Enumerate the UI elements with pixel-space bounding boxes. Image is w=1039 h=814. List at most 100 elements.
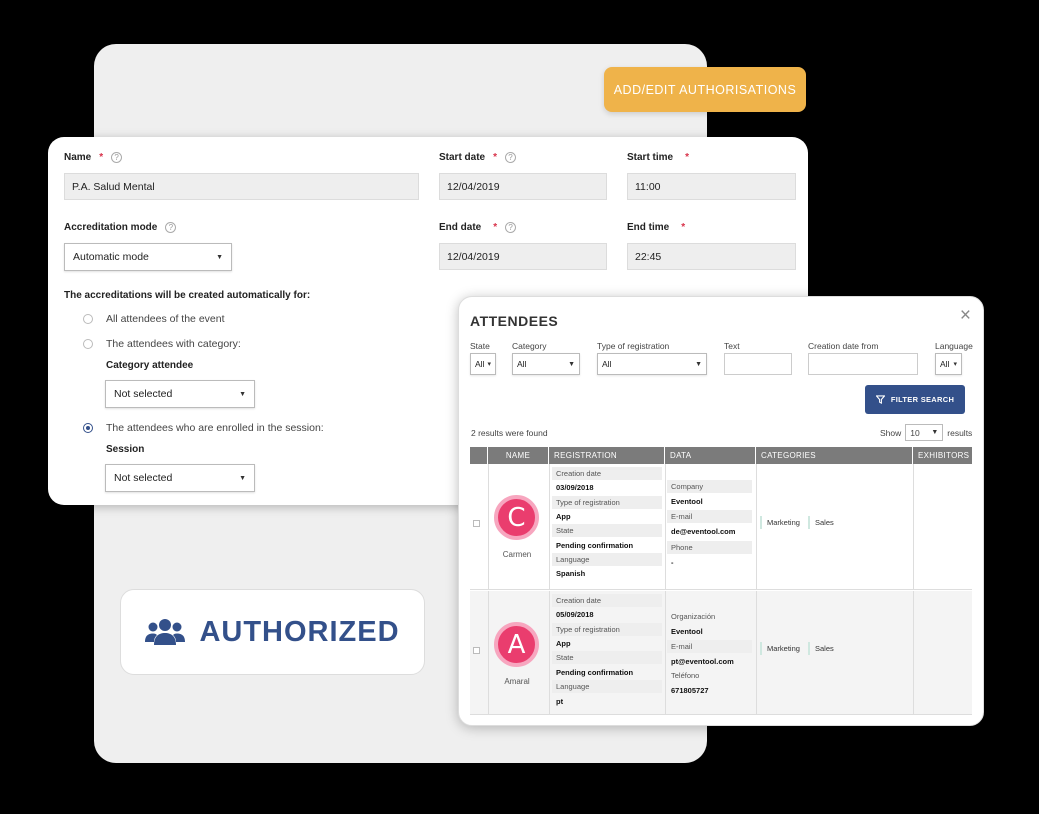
filter-category-select[interactable]: All ▼: [512, 353, 580, 375]
end-time-input[interactable]: 22:45: [627, 243, 796, 270]
language-label: Language: [552, 553, 662, 566]
category-tag: Sales: [808, 642, 834, 655]
filter-language-select[interactable]: All ▾: [935, 353, 962, 375]
users-icon: [145, 619, 186, 645]
filter-creation-date-label: Creation date from: [808, 341, 879, 351]
start-time-label: Start time *: [627, 152, 690, 163]
table-row[interactable]: A Amaral Creation date 05/09/2018 Type o…: [470, 591, 972, 715]
session-select[interactable]: Not selected ▼: [105, 464, 255, 492]
table-row[interactable]: C Carmen Creation date 03/09/2018 Type o…: [470, 464, 972, 590]
caret-down-icon: ▼: [695, 360, 702, 368]
attendees-title: ATTENDEES: [470, 313, 559, 329]
column-registration[interactable]: REGISTRATION: [549, 447, 665, 464]
start-date-input[interactable]: 12/04/2019: [439, 173, 607, 200]
session-label: Session: [106, 444, 145, 455]
page-size-control: Show 10 ▼ results: [880, 424, 972, 441]
filter-state-label: State: [470, 341, 490, 351]
radio-session-attendees[interactable]: [83, 423, 93, 433]
creation-date-value: 05/09/2018: [556, 610, 594, 619]
phone-value: -: [671, 558, 674, 567]
authorized-label: AUTHORIZED: [199, 615, 400, 648]
accreditation-mode-select[interactable]: Automatic mode ▼: [64, 243, 232, 271]
start-time-input[interactable]: 11:00: [627, 173, 796, 200]
creation-date-label: Creation date: [552, 594, 662, 607]
category-tag: Marketing: [760, 642, 800, 655]
registration-type-value: App: [556, 512, 571, 521]
category-tag: Sales: [808, 516, 834, 529]
help-icon[interactable]: ?: [165, 222, 177, 233]
filter-category-label: Category: [512, 341, 547, 351]
filter-search-button[interactable]: FILTER SEARCH: [865, 385, 965, 414]
caret-down-icon: ▼: [931, 429, 939, 436]
required-mark: *: [685, 152, 690, 163]
email-value: pt@eventool.com: [671, 657, 734, 666]
filter-text-input[interactable]: [724, 353, 792, 375]
filter-type-label: Type of registration: [597, 341, 670, 351]
caret-down-icon: ▼: [239, 390, 246, 398]
filter-language-label: Language: [935, 341, 973, 351]
add-edit-authorisations-button[interactable]: ADD/EDIT AUTHORISATIONS: [604, 67, 806, 112]
attendees-panel: ATTENDEES × State All ▾ Category All ▼ Typ…: [458, 296, 984, 726]
attendee-name[interactable]: Carmen: [486, 550, 548, 559]
attendee-name[interactable]: Amaral: [486, 677, 548, 686]
column-exhibitors[interactable]: EXHIBITORS: [913, 447, 972, 464]
email-value: de@eventool.com: [671, 527, 736, 536]
end-date-label: End date * ?: [439, 222, 517, 233]
radio-category-attendees[interactable]: [83, 339, 93, 349]
filter-state-select[interactable]: All ▾: [470, 353, 496, 375]
filter-creation-date-input[interactable]: [808, 353, 918, 375]
required-mark: *: [99, 152, 104, 163]
caret-down-icon: ▼: [239, 474, 246, 482]
authorized-badge: AUTHORIZED: [120, 589, 425, 675]
end-time-label: End time *: [627, 222, 686, 233]
phone-label: Teléfono: [671, 671, 700, 680]
auto-accreditation-heading: The accreditations will be created autom…: [64, 290, 311, 301]
phone-value: 671805727: [671, 686, 709, 695]
language-value: pt: [556, 697, 564, 706]
phone-label: Phone: [667, 541, 752, 554]
results-count: 2 results were found: [471, 428, 548, 438]
page-size-select[interactable]: 10 ▼: [905, 424, 944, 441]
company-label: Organización: [671, 612, 716, 621]
help-icon[interactable]: ?: [505, 222, 517, 233]
caret-down-icon: ▾: [953, 361, 957, 368]
option-all-attendees-label: All attendees of the event: [106, 313, 225, 325]
category-attendee-select[interactable]: Not selected ▼: [105, 380, 255, 408]
required-mark: *: [681, 222, 686, 233]
close-icon[interactable]: ×: [960, 305, 971, 327]
category-attendee-label: Category attendee: [106, 360, 194, 371]
caret-down-icon: ▼: [568, 360, 575, 368]
end-date-input[interactable]: 12/04/2019: [439, 243, 607, 270]
email-label: E-mail: [667, 510, 752, 523]
row-checkbox[interactable]: [473, 647, 480, 654]
column-data[interactable]: DATA: [665, 447, 756, 464]
state-value: Pending confirmation: [556, 668, 634, 677]
registration-type-value: App: [556, 639, 571, 648]
avatar: C: [494, 495, 539, 540]
filter-type-select[interactable]: All ▼: [597, 353, 707, 375]
option-category-label: The attendees with category:: [106, 338, 241, 350]
radio-all-attendees[interactable]: [83, 314, 93, 324]
filter-text-label: Text: [724, 341, 740, 351]
help-icon[interactable]: ?: [505, 152, 517, 163]
column-categories[interactable]: CATEGORIES: [756, 447, 913, 464]
option-session-label: The attendees who are enrolled in the se…: [106, 422, 324, 434]
name-input[interactable]: P.A. Salud Mental: [64, 173, 419, 200]
start-date-label: Start date * ?: [439, 152, 517, 163]
state-label: State: [552, 651, 662, 664]
filter-icon: [875, 395, 885, 404]
column-name[interactable]: NAME: [488, 447, 549, 464]
required-mark: *: [493, 222, 498, 233]
category-tag: Marketing: [760, 516, 800, 529]
language-label: Language: [552, 680, 662, 693]
company-label: Company: [667, 480, 752, 493]
caret-down-icon: ▾: [487, 361, 491, 368]
row-checkbox[interactable]: [473, 520, 480, 527]
name-label: Name * ?: [64, 152, 123, 163]
help-icon[interactable]: ?: [111, 152, 123, 163]
email-label: E-mail: [667, 640, 752, 653]
company-value: Eventool: [671, 497, 703, 506]
language-value: Spanish: [556, 569, 586, 578]
registration-type-label: Type of registration: [552, 496, 662, 509]
column-checkbox: [470, 447, 488, 464]
